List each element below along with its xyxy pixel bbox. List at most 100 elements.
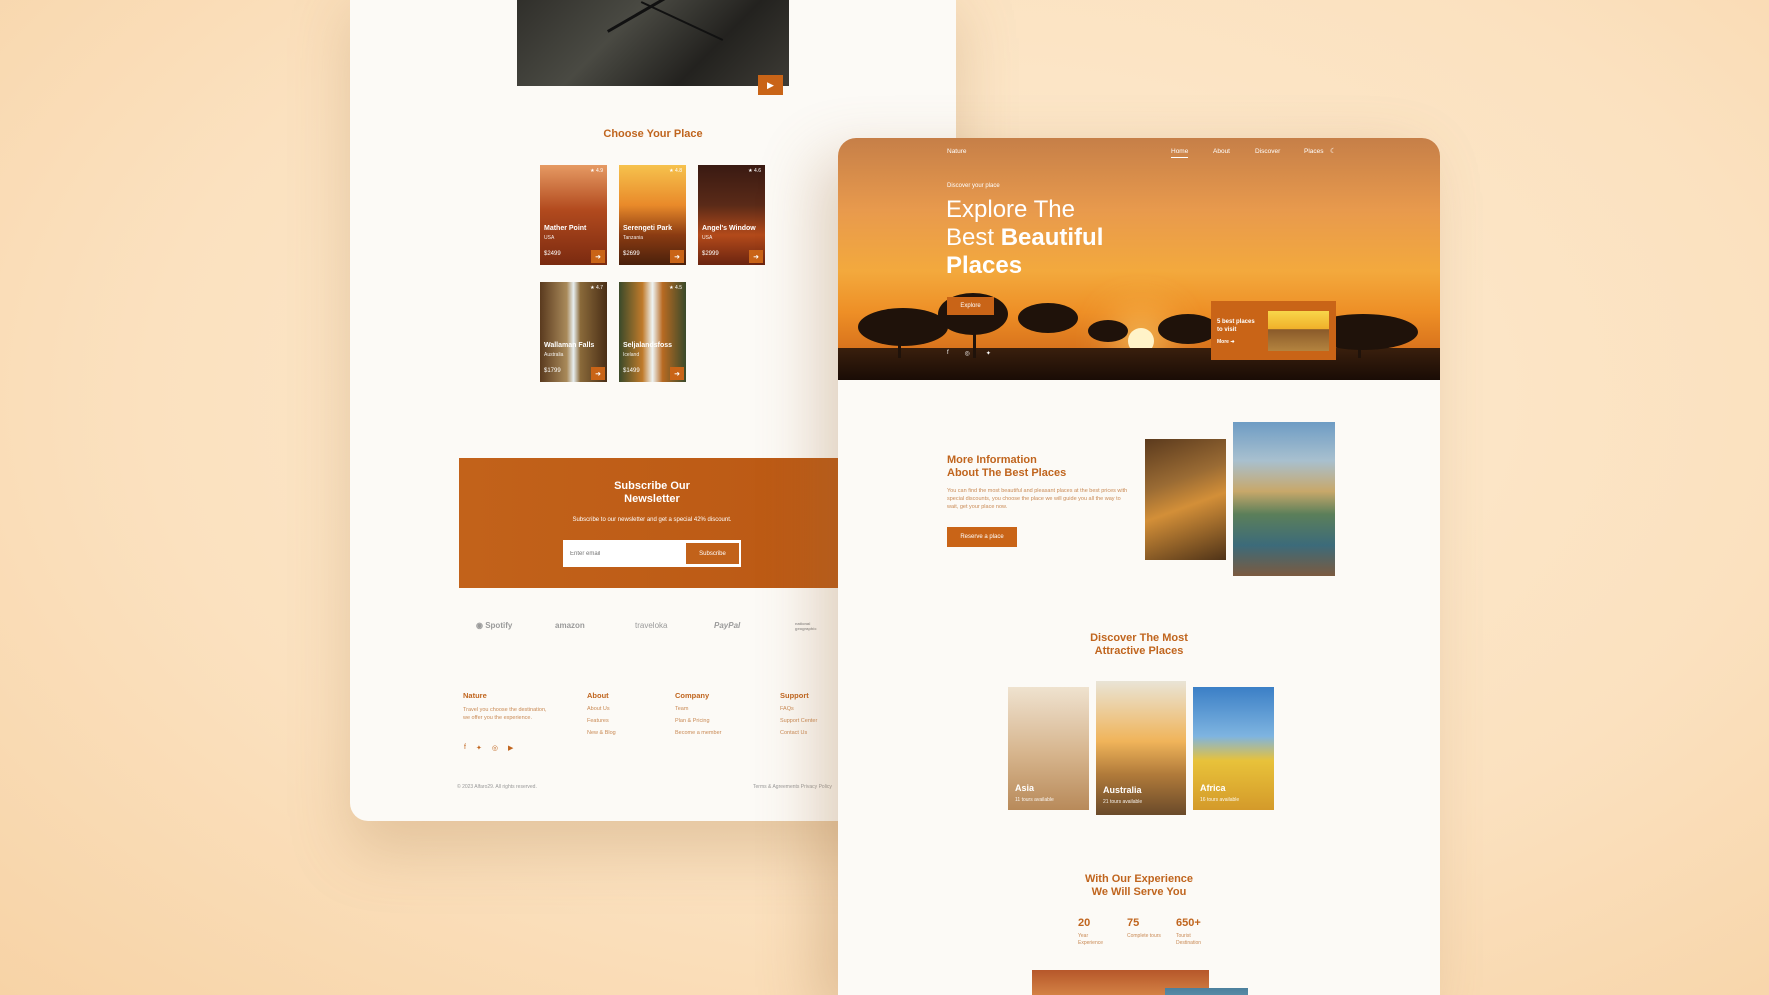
place-card[interactable]: ★ 4.6 Angel's Window USA $2999 ➜ xyxy=(698,165,765,265)
copyright: © 2023 Alfaro29. All rights reserved. xyxy=(457,784,537,790)
instagram-icon[interactable]: ◎ xyxy=(965,350,970,357)
footer-brand-desc: Travel you choose the destination, we of… xyxy=(463,707,547,721)
facebook-icon[interactable]: f xyxy=(464,744,466,752)
destination-card[interactable]: Africa 16 tours available xyxy=(1193,687,1274,810)
natgeo-logo: national geographic xyxy=(795,621,817,631)
forest-image xyxy=(1145,439,1226,560)
place-country: USA xyxy=(702,235,713,241)
experience-title: With Our Experience We Will Serve You xyxy=(1084,873,1194,898)
place-price: $2699 xyxy=(623,251,640,257)
footer-link[interactable]: FAQs xyxy=(780,706,817,712)
rating-badge: ★ 4.5 xyxy=(669,285,682,291)
footer-link[interactable]: Team xyxy=(675,706,721,712)
place-country: Tanzania xyxy=(623,235,644,241)
ground xyxy=(838,348,1440,380)
footer-link[interactable]: Plan & Pricing xyxy=(675,718,721,724)
footer-support: Support FAQs Support Center Contact Us xyxy=(780,691,817,742)
arrow-right-icon[interactable]: ➜ xyxy=(670,367,684,380)
destination-tours: 21 tours available xyxy=(1103,799,1143,805)
nav-about[interactable]: About xyxy=(1213,148,1230,155)
place-price: $2499 xyxy=(544,251,561,257)
nav-home[interactable]: Home xyxy=(1171,148,1189,158)
destination-name: Australia xyxy=(1103,785,1142,795)
place-card[interactable]: ★ 4.9 Mather Point USA $2499 ➜ xyxy=(540,165,607,265)
footer-link[interactable]: Support Center xyxy=(780,718,817,724)
info-title: More Information About The Best Places xyxy=(947,454,1067,479)
footer-support-title: Support xyxy=(780,691,809,700)
hero-section: Nature Home About Discover Places ☾ Disc… xyxy=(838,138,1440,380)
brand-logo[interactable]: Nature xyxy=(947,148,967,155)
legal-links[interactable]: Terms & Agreements Privacy Policy xyxy=(753,784,832,790)
footer-company: Company Team Plan & Pricing Become a mem… xyxy=(675,691,721,742)
footer-link[interactable]: Features xyxy=(587,718,616,724)
destination-card[interactable]: Australia 21 tours available xyxy=(1096,681,1186,815)
nav-discover[interactable]: Discover xyxy=(1255,148,1280,155)
place-name: Serengeti Park xyxy=(623,225,673,232)
subscribe-button[interactable]: Subscribe xyxy=(686,543,739,564)
destination-name: Africa xyxy=(1200,783,1226,793)
footer-link[interactable]: Become a member xyxy=(675,730,721,736)
place-country: Australia xyxy=(544,352,564,358)
play-icon[interactable]: ▶ xyxy=(758,75,783,95)
footer-link[interactable]: New & Blog xyxy=(587,730,616,736)
youtube-icon[interactable]: ▶ xyxy=(508,744,513,752)
facebook-icon[interactable]: f xyxy=(947,350,949,357)
rating-badge: ★ 4.7 xyxy=(590,285,603,291)
promo-more-link[interactable]: More ➜ xyxy=(1217,339,1235,345)
explore-button[interactable]: Explore xyxy=(947,297,994,315)
hero-title: Explore The Best Beautiful Places xyxy=(946,196,1104,279)
place-name: Wallaman Falls xyxy=(544,342,595,349)
stat-destinations: 650+ Tourist Destination xyxy=(1176,917,1202,946)
lake-image xyxy=(1233,422,1335,576)
moon-icon[interactable]: ☾ xyxy=(1330,147,1336,155)
destination-card[interactable]: Asia 11 tours available xyxy=(1008,687,1089,810)
twitter-icon[interactable]: ✦ xyxy=(476,744,482,752)
stat-tours: 75 Complete tours xyxy=(1127,917,1161,939)
right-page-mockup: Nature Home About Discover Places ☾ Disc… xyxy=(838,138,1440,995)
arrow-right-icon[interactable]: ➜ xyxy=(591,367,605,380)
place-price: $1499 xyxy=(623,368,640,374)
nav-places[interactable]: Places xyxy=(1304,148,1324,155)
twitter-icon[interactable]: ✦ xyxy=(986,350,991,357)
place-card[interactable]: ★ 4.8 Serengeti Park Tanzania $2699 ➜ xyxy=(619,165,686,265)
promo-image xyxy=(1268,311,1329,351)
footer-brand: Nature Travel you choose the destination… xyxy=(463,691,553,722)
sea-image xyxy=(1165,988,1248,995)
destination-tours: 16 tours available xyxy=(1200,797,1240,803)
traveloka-logo: traveloka xyxy=(635,621,668,630)
footer-social: f ✦ ◎ ▶ xyxy=(464,744,513,752)
stat-years: 20 Year Experience xyxy=(1078,917,1104,946)
hero-kicker: Discover your place xyxy=(947,183,1000,189)
discover-title: Discover The Most Attractive Places xyxy=(1090,632,1188,657)
rating-badge: ★ 4.6 xyxy=(748,168,761,174)
newsletter-title: Subscribe Our Newsletter xyxy=(614,480,690,505)
arrow-right-icon[interactable]: ➜ xyxy=(591,250,605,263)
promo-title: 5 best places to visit xyxy=(1217,319,1255,333)
place-price: $2999 xyxy=(702,251,719,257)
destination-name: Asia xyxy=(1015,783,1035,793)
reserve-place-button[interactable]: Reserve a place xyxy=(947,527,1017,547)
email-input[interactable] xyxy=(565,543,686,564)
newsletter-subtitle: Subscribe to our newsletter and get a sp… xyxy=(572,517,732,523)
footer-link[interactable]: Contact Us xyxy=(780,730,817,736)
place-price: $1799 xyxy=(544,368,561,374)
paypal-logo: PayPal xyxy=(714,621,741,630)
place-card[interactable]: ★ 4.5 Seljalandsfoss Iceland $1499 ➜ xyxy=(619,282,686,382)
spotify-logo: ◉ Spotify xyxy=(476,621,513,630)
footer-about-title: About xyxy=(587,691,609,700)
footer-link[interactable]: About Us xyxy=(587,706,616,712)
newsletter-form: Subscribe xyxy=(563,540,741,567)
arrow-right-icon[interactable]: ➜ xyxy=(749,250,763,263)
place-card[interactable]: ★ 4.7 Wallaman Falls Australia $1799 ➜ xyxy=(540,282,607,382)
footer-brand-title: Nature xyxy=(463,691,487,700)
rating-badge: ★ 4.9 xyxy=(590,168,603,174)
arrow-right-icon[interactable]: ➜ xyxy=(670,250,684,263)
destination-tours: 11 tours available xyxy=(1015,797,1054,803)
promo-card[interactable]: 5 best places to visit More ➜ xyxy=(1211,301,1336,360)
place-name: Angel's Window xyxy=(702,225,756,232)
amazon-logo: amazon xyxy=(555,621,585,630)
instagram-icon[interactable]: ◎ xyxy=(492,744,498,752)
hero-social: f ◎ ✦ xyxy=(947,350,991,357)
place-name: Seljalandsfoss xyxy=(623,342,673,349)
video-thumbnail xyxy=(517,0,789,86)
